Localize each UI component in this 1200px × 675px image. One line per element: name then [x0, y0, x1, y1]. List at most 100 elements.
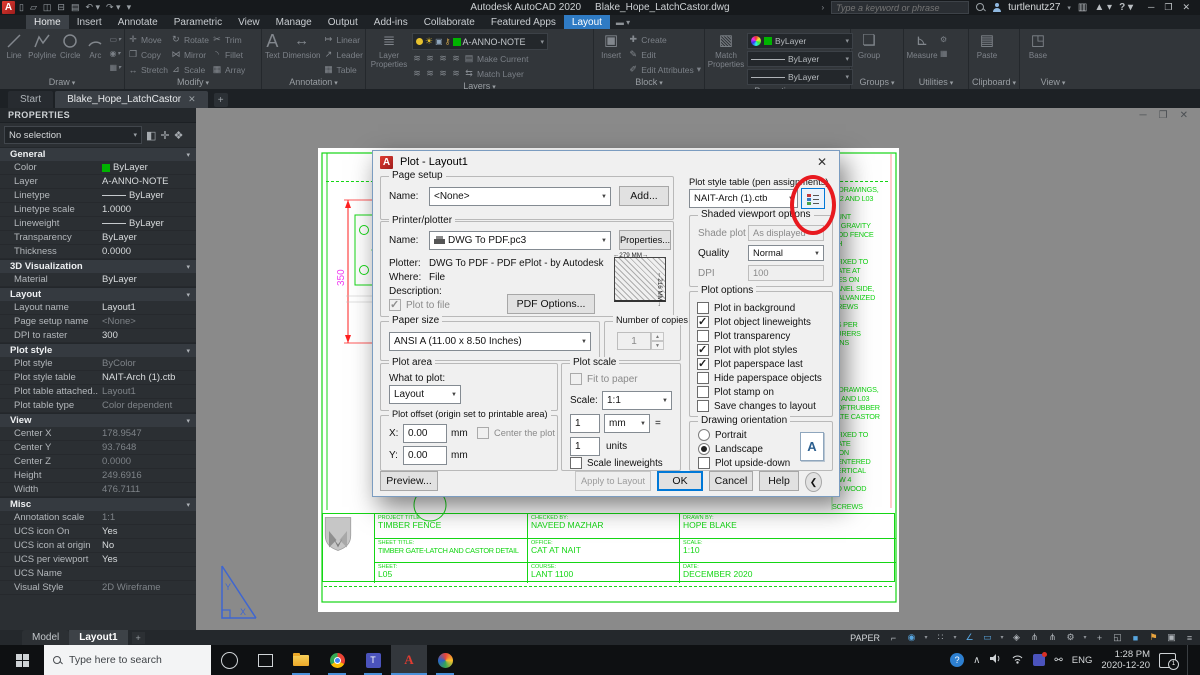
offset-y-input[interactable]: 0.00 — [403, 446, 447, 465]
autocad-logo-icon[interactable]: A — [2, 1, 15, 14]
dialog-close-icon[interactable]: ✕ — [805, 151, 839, 173]
layer-dropdown[interactable]: ☀ ▣ ⚷ A-ANNO-NOTE ▾ — [412, 33, 548, 50]
fit-to-paper-checkbox[interactable]: Fit to paper — [570, 372, 638, 386]
polar-tracking-icon[interactable]: ∠ — [963, 632, 976, 643]
property-row[interactable]: Center Y93.7648 — [0, 441, 196, 455]
property-row[interactable]: MaterialByLayer — [0, 273, 196, 287]
undo-icon[interactable]: ↶ ▾ — [85, 2, 100, 13]
grid-icon[interactable]: ⌐ — [887, 633, 900, 643]
doc-close-icon[interactable]: ✕ — [1180, 110, 1188, 121]
customization-icon[interactable]: ≡ — [1183, 633, 1196, 643]
center-plot-checkbox[interactable]: Center the plot — [477, 426, 555, 440]
select-objects-icon[interactable]: ✛ — [160, 129, 169, 142]
notification-icon[interactable]: 1 — [1159, 653, 1176, 668]
property-row[interactable]: Plot styleByColor — [0, 357, 196, 371]
opt-plot-stamp-on[interactable]: Plot stamp on — [697, 385, 828, 399]
paper-size-select[interactable]: ANSI A (11.00 x 8.50 Inches)▼ — [389, 332, 591, 351]
tool-insert[interactable]: ▣ Insert — [597, 31, 625, 60]
app-store-icon[interactable]: ▥ — [1078, 2, 1087, 13]
add-button[interactable]: Add... — [619, 186, 669, 206]
expand-icon[interactable]: › — [821, 3, 824, 12]
get-help-tray-icon[interactable]: ? — [950, 653, 964, 667]
tool-stretch[interactable]: ↔Stretch — [128, 63, 168, 76]
teams-tray-icon[interactable] — [1033, 654, 1045, 666]
rectangle-tool-icon[interactable]: ▭ ▾ — [109, 33, 121, 45]
less-options-button[interactable]: ❮ — [805, 472, 822, 492]
property-row[interactable]: LayerA-ANNO-NOTE — [0, 175, 196, 189]
open-file-icon[interactable]: ▱ — [30, 2, 37, 13]
annotation-scale-icon[interactable]: ⚙ — [1064, 632, 1077, 643]
tab-start[interactable]: Start — [8, 91, 53, 108]
drawing-canvas[interactable]: ─ ❐ ✕ 350 — [196, 108, 1200, 630]
scale-mm-input[interactable]: 1 — [570, 414, 600, 433]
panel-label-block[interactable]: Block — [594, 76, 704, 89]
browser-icon[interactable] — [427, 645, 463, 675]
tab-addins[interactable]: Add-ins — [366, 15, 416, 29]
doc-restore-icon[interactable]: ❐ — [1159, 110, 1168, 121]
tab-output[interactable]: Output — [320, 15, 366, 29]
plot-icon[interactable]: ▤ — [71, 2, 80, 13]
opt-hide-paperspace-objects[interactable]: Hide paperspace objects — [697, 371, 828, 385]
infer-constraints-icon[interactable]: ∷ — [934, 632, 947, 643]
tool-match-properties[interactable]: ▧ Match Properties — [708, 31, 744, 69]
tool-array[interactable]: ▦Array — [212, 63, 245, 76]
tab-home[interactable]: Home — [26, 15, 69, 29]
section-3d-visualization[interactable]: 3D Visualization▾ — [0, 259, 196, 273]
snap-caret-icon[interactable]: ▾ — [923, 634, 929, 641]
panel-label-utilities[interactable]: Utilities — [904, 76, 968, 89]
property-row[interactable]: Linetype scale1.0000 — [0, 203, 196, 217]
page-setup-name-select[interactable]: <None>▼ — [429, 187, 611, 206]
tab-featured-apps[interactable]: Featured Apps — [483, 15, 564, 29]
tool-fillet[interactable]: ◝Fillet — [212, 48, 245, 61]
copies-spinner[interactable]: 1 ▲▼ — [617, 332, 664, 350]
task-view-icon[interactable] — [247, 645, 283, 675]
scale-lineweights-checkbox[interactable]: Scale lineweights — [570, 456, 663, 470]
cortana-icon[interactable] — [211, 645, 247, 675]
property-row[interactable]: Plot table attached...Layout1 — [0, 385, 196, 399]
landscape-radio[interactable]: Landscape — [698, 442, 763, 456]
quick-properties-icon[interactable]: ⚑ — [1147, 632, 1160, 643]
property-row[interactable]: Layout nameLayout1 — [0, 301, 196, 315]
tool-layer-properties[interactable]: ≣ Layer Properties — [369, 31, 409, 69]
section-plot-style[interactable]: Plot style▾ — [0, 343, 196, 357]
tool-edit-block[interactable]: ✎Edit — [628, 48, 701, 61]
tab-parametric[interactable]: Parametric — [166, 15, 230, 29]
scale-units-input[interactable]: 1 — [570, 437, 600, 456]
tool-line[interactable]: Line — [3, 31, 25, 60]
snap-mode-icon[interactable]: ◉ — [905, 632, 918, 643]
autodesk-account-icon[interactable]: ▲ ▾ — [1094, 2, 1112, 13]
property-row[interactable]: UCS icon OnYes — [0, 525, 196, 539]
teams-icon[interactable]: T — [355, 645, 391, 675]
section-layout[interactable]: Layout▾ — [0, 287, 196, 301]
tab-annotate[interactable]: Annotate — [110, 15, 166, 29]
property-row[interactable]: Center Z0.0000 — [0, 455, 196, 469]
property-row[interactable]: Plot style tableNAIT-Arch (1).ctb — [0, 371, 196, 385]
printer-properties-button[interactable]: Properties... — [619, 230, 671, 250]
tool-measure[interactable]: ⊾ Measure — [907, 31, 937, 60]
model-tab[interactable]: Model — [22, 630, 69, 645]
offset-x-input[interactable]: 0.00 — [403, 424, 447, 443]
tool-paste[interactable]: ▤ Paste — [972, 31, 1002, 60]
file-explorer-icon[interactable] — [283, 645, 319, 675]
workspace-switching-icon[interactable]: + — [1093, 633, 1106, 643]
help-icon[interactable]: ? ▾ — [1119, 2, 1133, 13]
redo-icon[interactable]: ↷ ▾ — [106, 2, 121, 13]
tool-polyline[interactable]: Polyline — [28, 31, 56, 60]
printer-select[interactable]: DWG To PDF.pc3▼ — [429, 231, 611, 250]
palette-title[interactable]: PROPERTIES — [0, 108, 196, 123]
autoscale-icon[interactable]: ⋔ — [1046, 632, 1059, 643]
plot-to-file-checkbox[interactable]: Plot to file — [389, 298, 450, 312]
plot-upside-down-checkbox[interactable]: Plot upside-down — [698, 456, 790, 470]
ellipse-tool-icon[interactable]: ◉ ▾ — [109, 47, 121, 59]
close-icon[interactable]: ✕ — [1182, 2, 1190, 13]
opt-plot-object-lineweights[interactable]: Plot object lineweights — [697, 315, 828, 329]
close-tab-icon[interactable]: ✕ — [188, 94, 196, 105]
tool-copy[interactable]: ❐Copy — [128, 48, 168, 61]
tool-leader[interactable]: ↗Leader — [323, 48, 362, 61]
property-row[interactable]: Center X178.9547 — [0, 427, 196, 441]
ribbon-options-icon[interactable]: ▬ ▾ — [610, 15, 630, 29]
layout1-tab[interactable]: Layout1 — [69, 630, 127, 645]
scale-unit-select[interactable]: mm▼ — [604, 414, 650, 433]
start-button[interactable] — [0, 645, 44, 675]
property-row[interactable]: Page setup name<None> — [0, 315, 196, 329]
